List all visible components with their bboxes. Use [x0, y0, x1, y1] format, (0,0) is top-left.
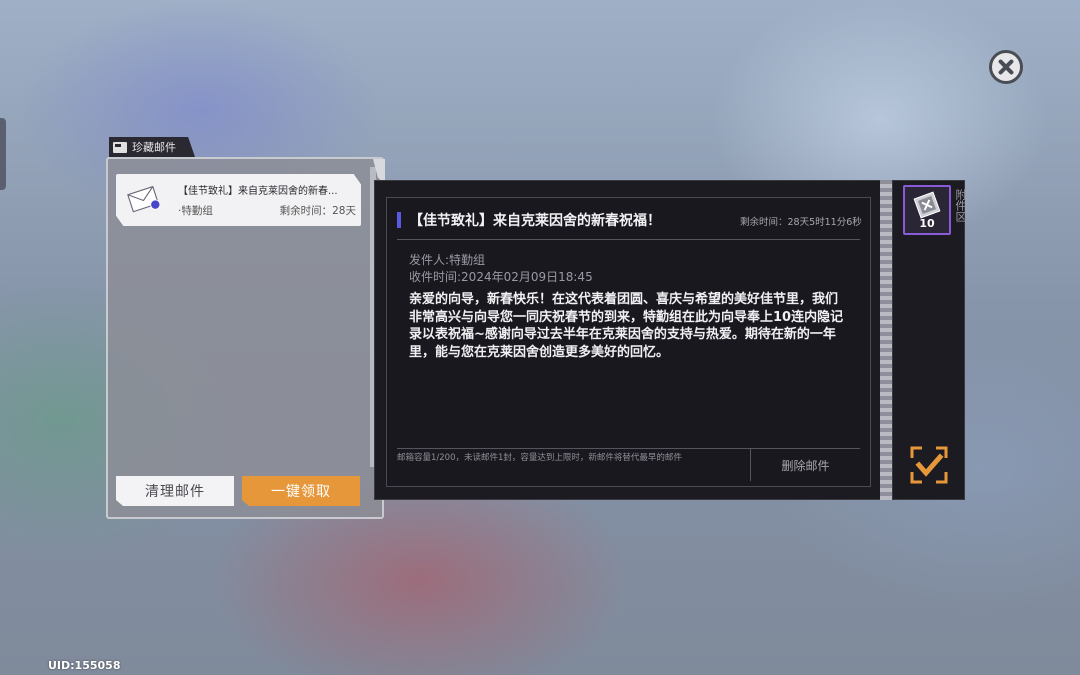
mail-remaining-time: 剩余时间：28天5时11分6秒 — [740, 217, 862, 228]
mail-list-item[interactable]: 【佳节致礼】来自克莱因舍的新春... ·特勤组 剩余时间：28天 — [116, 174, 361, 226]
mailbox-icon — [113, 141, 127, 153]
divider — [397, 239, 860, 240]
claim-check-icon[interactable] — [910, 446, 948, 484]
mail-item-sender: ·特勤组 — [178, 205, 213, 217]
mailbox-capacity-note: 邮箱容量1/200，未读邮件1封，容量达到上限时，新邮件将替代最早的邮件 — [397, 453, 682, 463]
favorites-mail-tab[interactable]: 珍藏邮件 — [109, 137, 195, 157]
attachment-item[interactable]: 10 — [903, 185, 951, 235]
ticket-icon — [913, 191, 941, 219]
delete-mail-button[interactable]: 删除邮件 — [750, 449, 860, 481]
mail-title: 【佳节致礼】来自克莱因舍的新春祝福！ — [409, 213, 661, 229]
mail-list-panel: 【佳节致礼】来自克莱因舍的新春... ·特勤组 剩余时间：28天 清理邮件 一键… — [106, 157, 385, 519]
mail-item-title: 【佳节致礼】来自克莱因舍的新春... — [178, 186, 338, 197]
attachment-area-label: 附件区 — [954, 189, 967, 222]
close-button[interactable] — [989, 50, 1023, 84]
panel-perforation — [880, 180, 892, 500]
user-id: UID:155058 — [48, 659, 121, 672]
title-accent-bar — [397, 212, 401, 228]
claim-all-button[interactable]: 一键领取 — [242, 476, 360, 506]
mail-body: 亲爱的向导，新春快乐！在这代表着团圆、喜庆与希望的美好佳节里，我们非常高兴与向导… — [409, 292, 844, 360]
attachment-quantity: 10 — [919, 217, 935, 230]
clean-mail-button[interactable]: 清理邮件 — [116, 476, 234, 506]
close-icon — [998, 59, 1014, 75]
mail-item-remaining: 剩余时间：28天 — [279, 205, 356, 217]
mail-sender: 发件人:特勤组 — [409, 253, 486, 267]
envelope-icon — [127, 185, 161, 213]
mail-received-time: 收件时间:2024年02月09日18:45 — [409, 270, 593, 284]
favorites-mail-tab-label: 珍藏邮件 — [132, 141, 176, 154]
mail-content-panel: 【佳节致礼】来自克莱因舍的新春祝福！ 剩余时间：28天5时11分6秒 发件人:特… — [374, 180, 886, 500]
attachment-panel: 10 附件区 — [892, 180, 967, 500]
side-drawer-handle[interactable] — [0, 118, 6, 190]
